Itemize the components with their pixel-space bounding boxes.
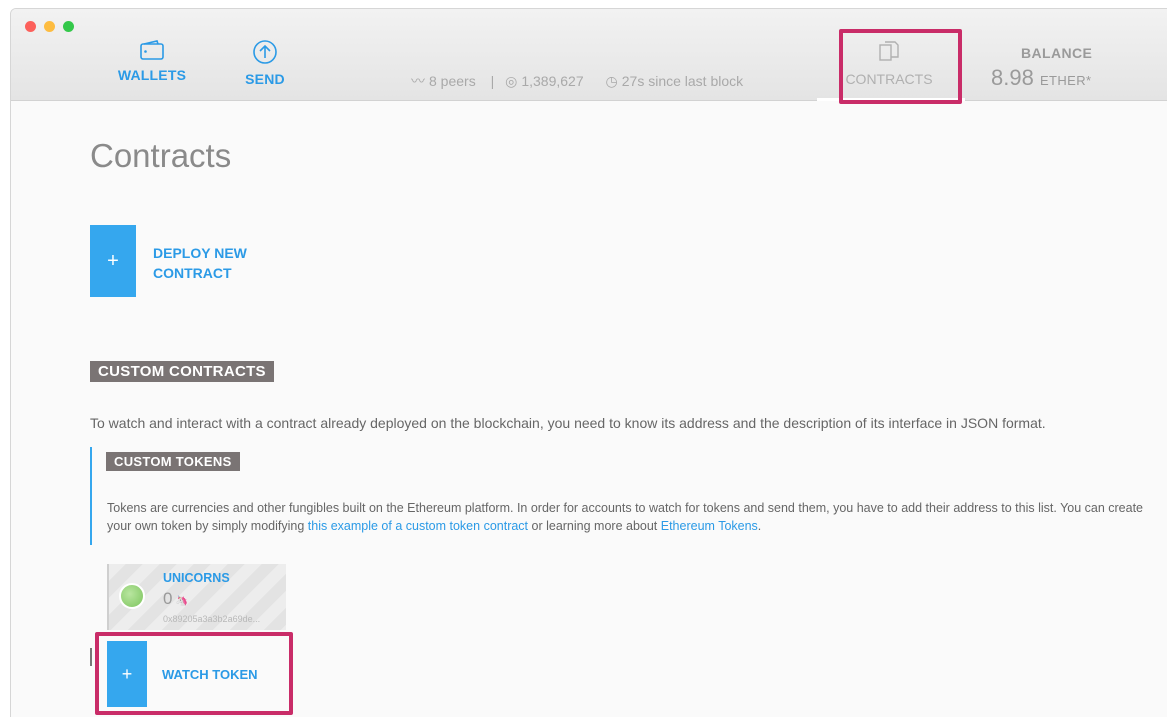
deploy-new-contract-button[interactable]: + [90,225,136,297]
section-marker [90,648,92,666]
custom-contracts-description: To watch and interact with a contract al… [90,415,1046,431]
close-window-button[interactable] [25,21,36,32]
balance-amount: 8.98 ETHER* [991,65,1091,91]
custom-tokens-description: Tokens are currencies and other fungible… [107,499,1167,535]
wallet-icon [140,40,164,60]
block-icon: ◎ [505,73,518,89]
tokens-desc-part-3: . [757,519,762,533]
token-identicon [119,583,145,609]
signal-icon: 〰 [411,73,425,89]
token-balance-value: 0 [163,589,173,608]
custom-token-contract-link[interactable]: this example of a custom token contract [308,519,528,533]
token-name: UNICORNS [163,571,230,585]
nav-wallets-tab[interactable]: WALLETS [117,39,187,83]
nav-send-tab[interactable]: SEND [237,39,293,87]
page-title: Contracts [90,137,232,174]
network-status: 〰 8 peers | ◎ 1,389,627 ◷ 27s since last bl… [411,71,747,91]
unicorn-icon: 🦄 [175,596,188,607]
balance-label: BALANCE [1021,45,1093,61]
balance-number: 8.98 [991,65,1034,90]
maximize-window-button[interactable] [63,21,74,32]
watch-token-highlight-box [95,632,293,715]
custom-contracts-heading: CUSTOM CONTRACTS [90,361,274,382]
deploy-new-contract-label[interactable]: DEPLOY NEW CONTRACT [153,243,263,283]
tokens-desc-part-2: or learning more about [528,519,661,533]
status-divider: | [490,73,495,89]
token-balance: 0 🦄 [163,589,188,609]
last-block-time: 27s since last block [621,73,744,89]
top-navigation-bar: WALLETS SEND 〰 8 peers | ◎ 1,389,627 ◷ 27s … [11,9,1167,104]
app-window: WALLETS SEND 〰 8 peers | ◎ 1,389,627 ◷ 27s … [10,8,1167,717]
nav-send-label: SEND [245,71,285,87]
send-arrow-icon [253,40,277,64]
custom-tokens-heading: CUSTOM TOKENS [106,452,240,471]
contracts-highlight-box [839,29,962,104]
block-number: 1,389,627 [521,73,584,89]
ethereum-tokens-link[interactable]: Ethereum Tokens [661,519,758,533]
token-address: 0x89205a3a3b2a69de... [163,614,261,624]
balance-unit: ETHER* [1039,73,1092,88]
token-card-unicorns[interactable]: UNICORNS 0 🦄 0x89205a3a3b2a69de... [107,564,286,630]
minimize-window-button[interactable] [44,21,55,32]
clock-icon: ◷ [605,73,618,89]
peers-count: 8 peers [429,73,476,89]
nav-wallets-label: WALLETS [117,67,187,83]
